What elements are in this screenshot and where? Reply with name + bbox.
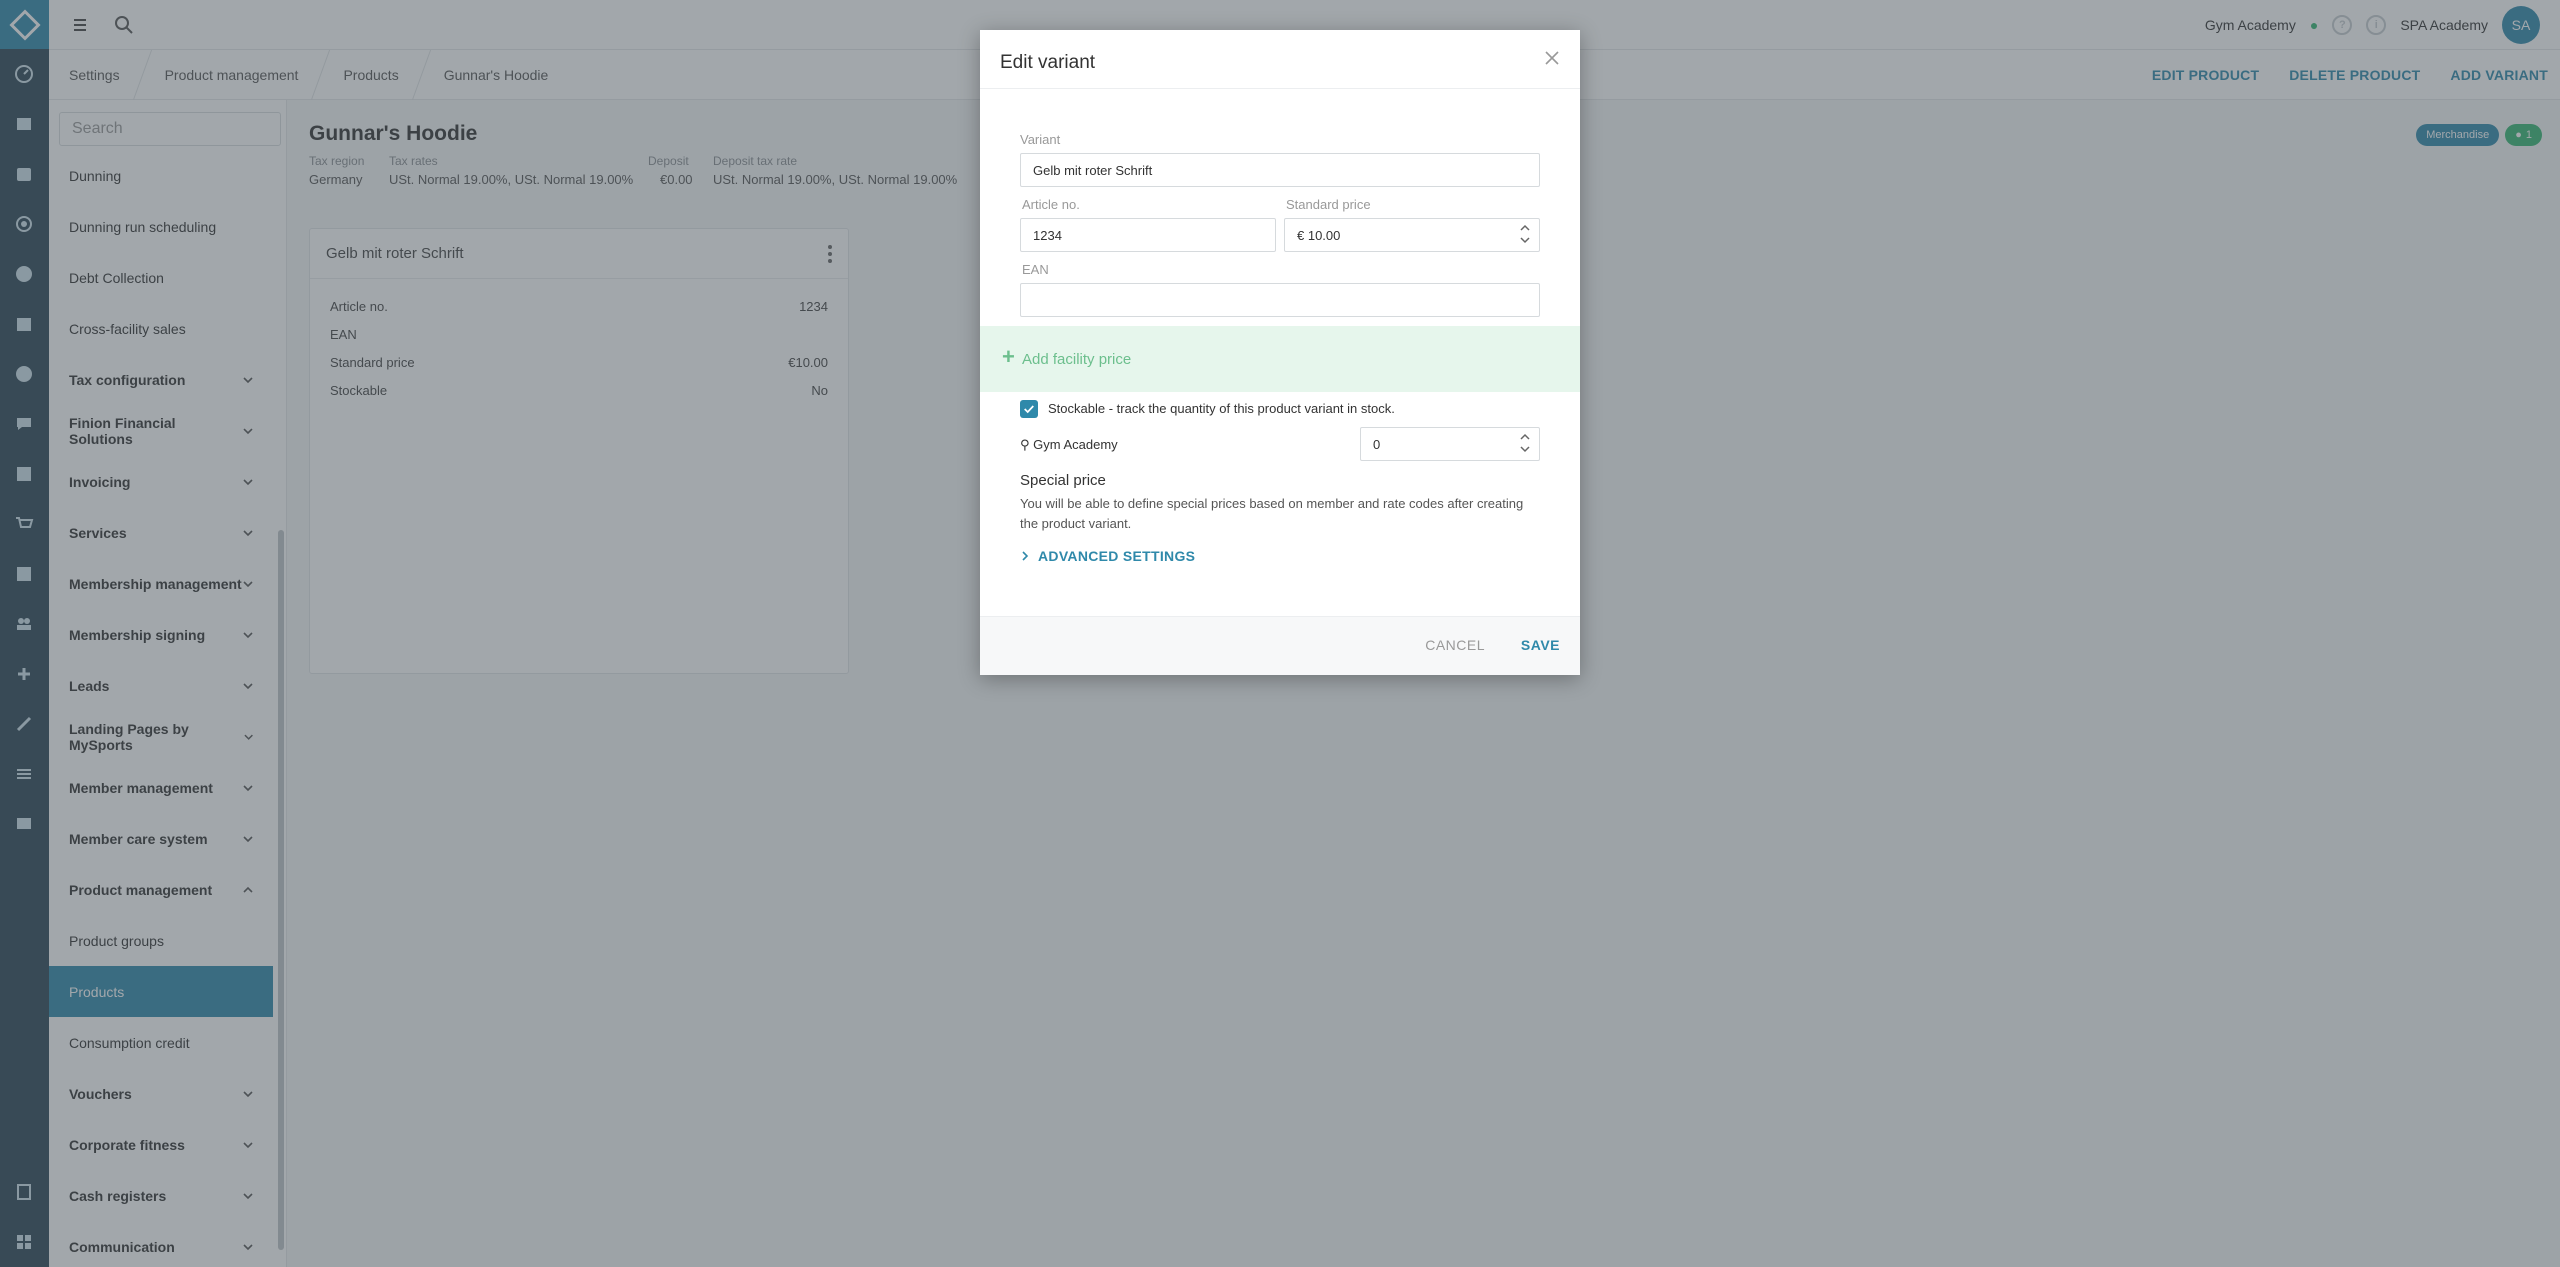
special-price-title: Special price (1020, 472, 1106, 489)
dialog-footer: CANCEL SAVE (980, 616, 1580, 675)
plus-icon: + (1002, 344, 1015, 369)
variant-label: Variant (1020, 132, 1061, 147)
add-facility-price-label: Add facility price (1022, 350, 1132, 368)
variant-input[interactable]: Gelb mit roter Schrift (1020, 153, 1540, 187)
dialog-divider (980, 88, 1580, 89)
save-button[interactable]: SAVE (1521, 637, 1560, 653)
cancel-button[interactable]: CANCEL (1425, 637, 1485, 653)
ean-label: EAN (1022, 262, 1049, 277)
stockable-checkbox[interactable] (1020, 400, 1038, 418)
checkmark-icon (1024, 405, 1034, 414)
price-input[interactable]: € 10.00 (1284, 218, 1540, 252)
edit-variant-dialog: Edit variant Variant Gelb mit roter Schr… (980, 30, 1580, 675)
facility-name: Gym Academy (1033, 437, 1118, 452)
quantity-stepper[interactable] (1519, 432, 1531, 454)
chevron-right-icon (1022, 551, 1029, 561)
stock-quantity-value: 0 (1373, 436, 1381, 452)
stockable-label[interactable]: Stockable - track the quantity of this p… (1048, 401, 1395, 416)
price-label: Standard price (1286, 197, 1371, 212)
advanced-settings-toggle[interactable]: ADVANCED SETTINGS (1020, 548, 1195, 564)
stock-quantity-input[interactable]: 0 (1360, 427, 1540, 461)
price-value: € 10.00 (1297, 227, 1341, 243)
price-stepper[interactable] (1519, 223, 1531, 245)
advanced-settings-label: ADVANCED SETTINGS (1038, 548, 1196, 564)
ean-input[interactable] (1020, 283, 1540, 317)
chevron-down-icon[interactable] (1519, 445, 1531, 454)
article-label: Article no. (1022, 197, 1080, 212)
facility-stock-label: ⚲ Gym Academy (1020, 437, 1118, 453)
article-input[interactable]: 1234 (1020, 218, 1276, 252)
add-facility-price-button[interactable]: + Add facility price (980, 326, 1580, 392)
location-pin-icon: ⚲ (1020, 437, 1030, 452)
chevron-up-icon[interactable] (1519, 223, 1531, 232)
close-icon[interactable] (1542, 48, 1562, 68)
chevron-up-icon[interactable] (1519, 432, 1531, 441)
special-price-text: You will be able to define special price… (1020, 496, 1524, 531)
chevron-down-icon[interactable] (1519, 236, 1531, 245)
dialog-title: Edit variant (1000, 52, 1096, 73)
